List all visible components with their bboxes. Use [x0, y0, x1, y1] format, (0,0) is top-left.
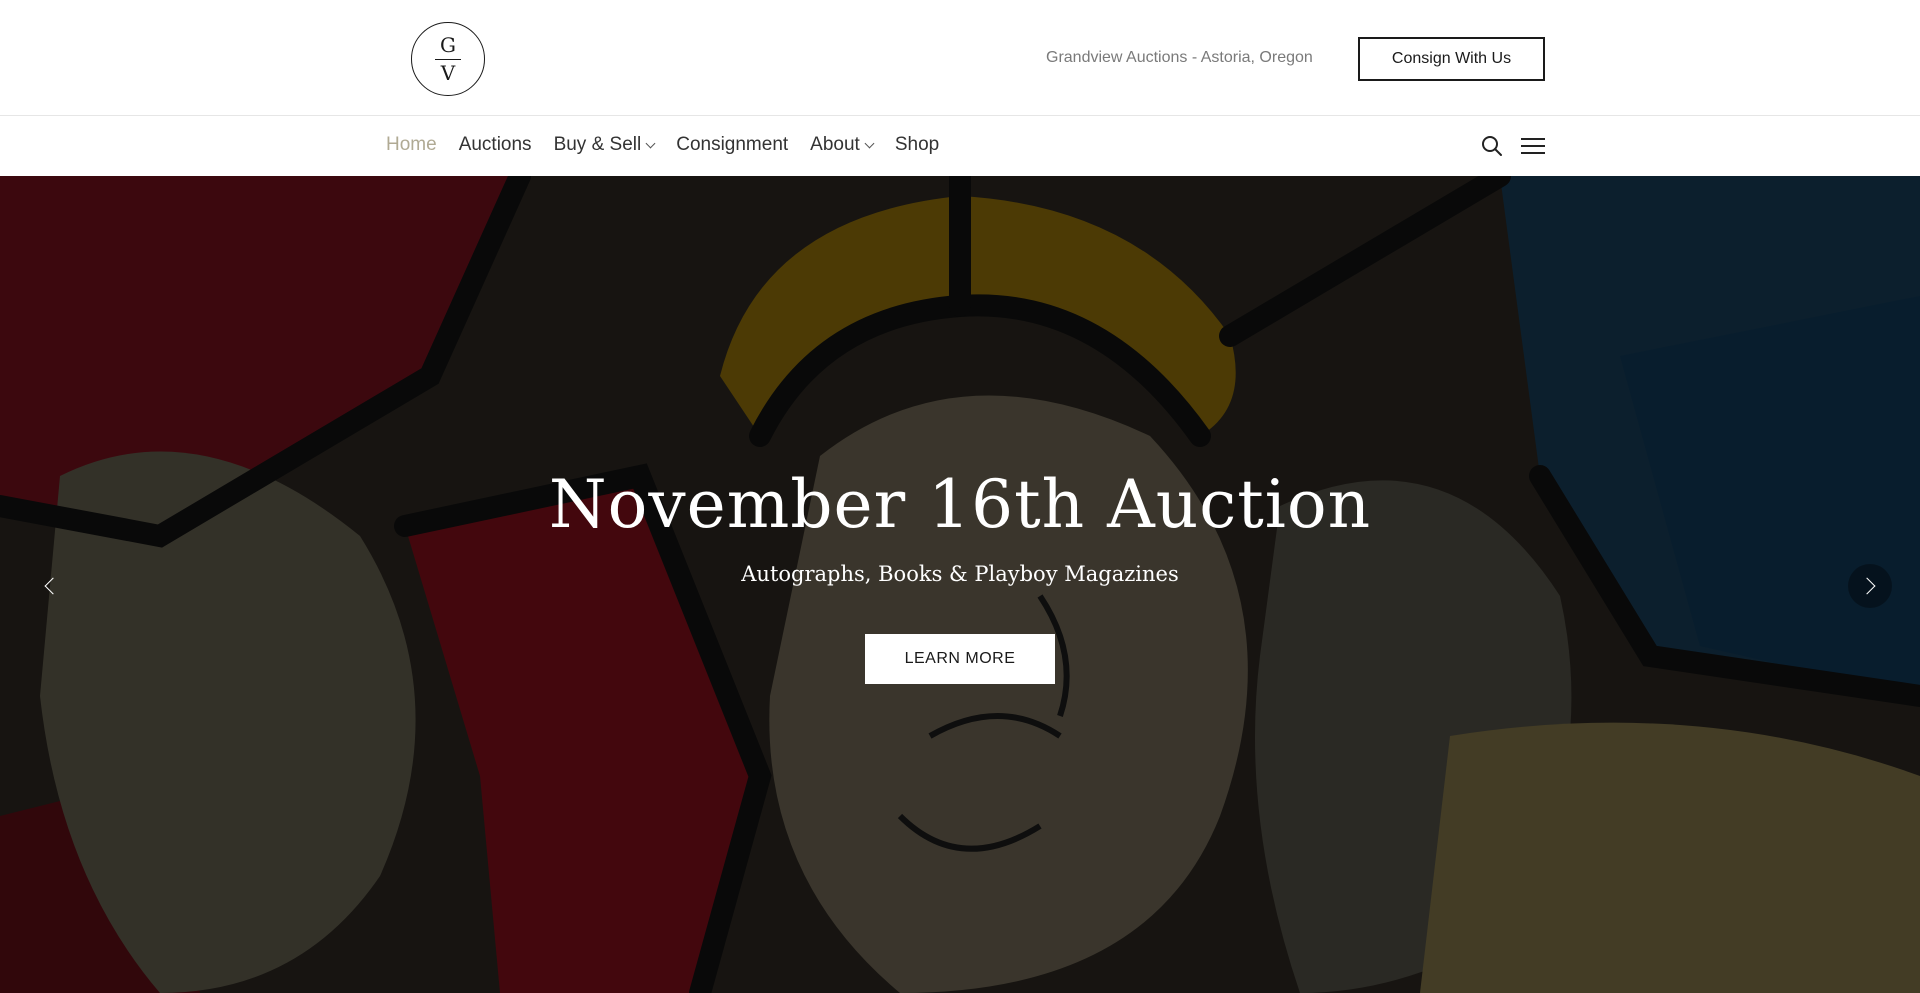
- chevron-right-icon: [1858, 577, 1876, 595]
- consign-with-us-button[interactable]: Consign With Us: [1358, 37, 1545, 81]
- nav-item-shop[interactable]: Shop: [895, 134, 939, 156]
- hero-slider: November 16th Auction Autographs, Books …: [0, 176, 1920, 993]
- nav-label: Shop: [894, 134, 940, 155]
- chevron-down-icon: [645, 138, 656, 148]
- logo-letter-top: G: [440, 33, 456, 57]
- nav-item-auctions[interactable]: Auctions: [459, 134, 532, 156]
- hero-subtitle: Autographs, Books & Playboy Magazines: [741, 562, 1179, 586]
- search-icon[interactable]: [1481, 135, 1503, 157]
- slider-next-button[interactable]: [1848, 564, 1892, 608]
- main-navigation: Home Auctions Buy & Sell Consignment Abo…: [0, 116, 1920, 176]
- slider-prev-button[interactable]: [28, 564, 72, 608]
- nav-label: Consignment: [676, 134, 789, 155]
- top-header: G V Grandview Auctions - Astoria, Oregon…: [0, 0, 1920, 116]
- chevron-down-icon: [864, 138, 875, 148]
- nav-item-about[interactable]: About: [810, 134, 875, 156]
- hero-title: November 16th Auction: [548, 466, 1372, 543]
- nav-item-buy-sell[interactable]: Buy & Sell: [553, 134, 656, 156]
- learn-more-button[interactable]: LEARN MORE: [865, 634, 1055, 684]
- location-text: Grandview Auctions - Astoria, Oregon: [1046, 49, 1313, 66]
- nav-item-home[interactable]: Home: [386, 134, 437, 156]
- nav-label: About: [810, 134, 860, 155]
- nav-label: Auctions: [458, 134, 532, 155]
- logo-letter-bottom: V: [440, 61, 456, 85]
- nav-menu: Home Auctions Buy & Sell Consignment Abo…: [386, 134, 961, 156]
- hamburger-menu-icon[interactable]: [1521, 138, 1545, 154]
- nav-label: Home: [386, 134, 437, 155]
- logo-divider: [435, 59, 461, 60]
- nav-item-consignment[interactable]: Consignment: [676, 134, 788, 156]
- nav-label: Buy & Sell: [553, 134, 642, 155]
- logo[interactable]: G V: [411, 22, 485, 96]
- chevron-left-icon: [44, 577, 62, 595]
